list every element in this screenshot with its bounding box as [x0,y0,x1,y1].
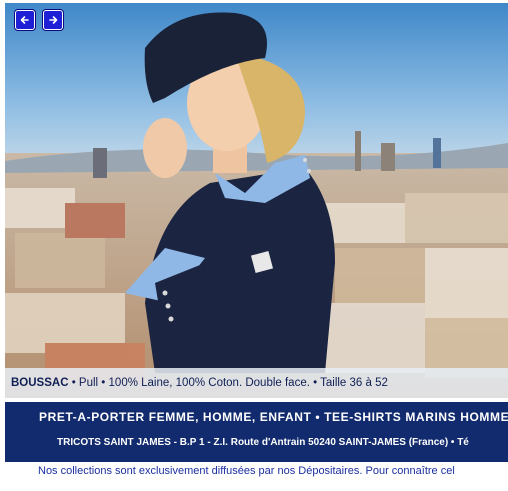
arrow-left-icon [20,16,29,24]
company-address: TRICOTS SAINT JAMES - B.P 1 - Z.I. Route… [57,437,469,448]
product-caption: BOUSSAC • Pull • 100% Laine, 100% Coton.… [5,368,508,398]
distribution-notice: Nos collections sont exclusivement diffu… [38,465,455,477]
caption-details: • Pull • 100% Laine, 100% Coton. Double … [68,377,388,389]
arrow-right-icon [49,16,58,24]
slideshow: BOUSSAC • Pull • 100% Laine, 100% Coton.… [5,3,508,398]
product-lines-heading: PRET-A-PORTER FEMME, HOMME, ENFANT • TEE… [39,410,508,424]
previous-slide-button[interactable] [15,10,35,30]
next-slide-button[interactable] [43,10,63,30]
info-banner: PRET-A-PORTER FEMME, HOMME, ENFANT • TEE… [5,402,508,462]
caption-text: BOUSSAC • Pull • 100% Laine, 100% Coton.… [11,377,388,389]
hero-photo [5,3,508,398]
caption-brand: BOUSSAC [11,377,69,389]
